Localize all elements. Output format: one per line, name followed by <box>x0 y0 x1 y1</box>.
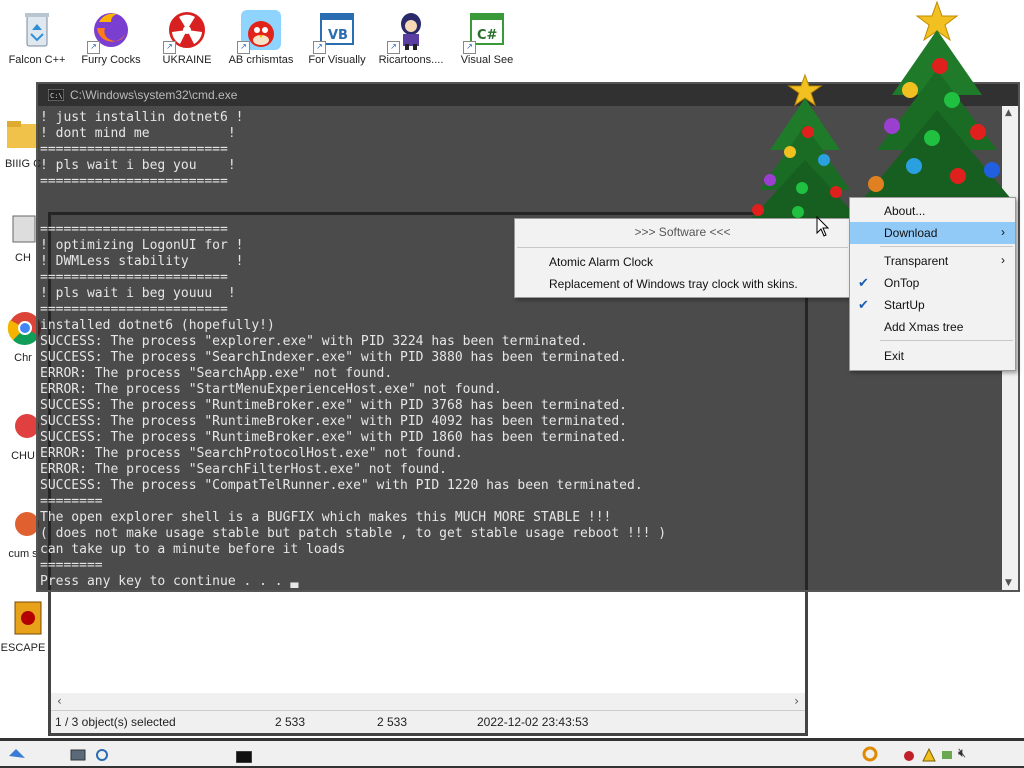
taskbar: 🔇︎ <box>0 738 1024 768</box>
context-menu: About... Download › Transparent › ✔ OnTo… <box>849 197 1016 371</box>
desktop-icon-label: For Visually <box>308 54 366 66</box>
desktop-icon-label: Ricartoons.... <box>378 54 444 66</box>
xmas-tree-large <box>852 0 1022 204</box>
mouse-cursor-icon <box>816 215 830 242</box>
recycle-bin-icon <box>15 8 59 52</box>
submenu-item-tray-clock[interactable]: Replacement of Windows tray clock with s… <box>515 273 850 295</box>
desktop-icon-vb[interactable]: VB ↗ For Visually <box>300 8 374 67</box>
menu-separator <box>880 246 1013 247</box>
menu-item-label: About... <box>884 204 926 218</box>
cmd-icon: C:\ <box>47 88 65 104</box>
submenu-header: >>> Software <<< <box>634 225 731 239</box>
svg-text:VB: VB <box>328 28 348 43</box>
angry-bird-icon: ↗ <box>237 8 283 54</box>
software-submenu: >>> Software <<< Atomic Alarm Clock Repl… <box>514 218 851 298</box>
desktop-icon-label: AB crhismtas <box>228 54 294 66</box>
radiation-icon: ↗ <box>163 8 209 54</box>
menu-item-transparent[interactable]: Transparent › <box>850 250 1015 272</box>
status-date: 2022-12-02 23:43:53 <box>477 715 589 729</box>
desktop-icon-ukraine[interactable]: ↗ UKRAINE <box>150 8 224 67</box>
show-desktop-icon[interactable] <box>70 747 86 766</box>
csharp-icon: C# ↗ <box>463 8 509 54</box>
menu-item-startup[interactable]: ✔ StartUp <box>850 294 1015 316</box>
desktop-icon-label: Visual See <box>460 54 514 66</box>
menu-separator <box>880 340 1013 341</box>
menu-item-label: Exit <box>884 349 905 363</box>
cmd-line: SUCCESS: The process "RuntimeBroker.exe"… <box>40 430 627 445</box>
tray-clock-icon[interactable] <box>862 746 878 766</box>
menu-item-label: Replacement of Windows tray clock with s… <box>549 277 798 291</box>
scroll-down-icon[interactable]: ▼ <box>1005 578 1012 588</box>
cmd-line: SUCCESS: The process "CompatTelRunner.ex… <box>40 478 643 493</box>
cmd-line: ERROR: The process "SearchProtocolHost.e… <box>40 446 463 461</box>
firefox-icon: ↗ <box>87 8 133 54</box>
tray-app-icon[interactable] <box>902 747 916 766</box>
menu-item-label: StartUp <box>884 298 925 312</box>
scroll-right-icon[interactable]: › <box>794 694 799 708</box>
menu-item-download[interactable]: Download › <box>850 222 1015 244</box>
scroll-left-icon[interactable]: ‹ <box>57 694 62 708</box>
cartoon-icon: ↗ <box>387 8 433 54</box>
taskbar-cmd-icon[interactable] <box>235 748 253 767</box>
menu-item-exit[interactable]: Exit <box>850 345 1015 367</box>
cmd-line: The open explorer shell is a BUGFIX whic… <box>40 510 612 525</box>
tray-warning-icon[interactable] <box>922 747 936 766</box>
desktop-icon-ricartoons[interactable]: ↗ Ricartoons.... <box>374 8 448 67</box>
menu-item-ontop[interactable]: ✔ OnTop <box>850 272 1015 294</box>
menu-item-add-xmas-tree[interactable]: Add Xmas tree <box>850 316 1015 338</box>
menu-separator <box>517 247 848 248</box>
menu-item-about[interactable]: About... <box>850 200 1015 222</box>
menu-item-label: Atomic Alarm Clock <box>549 255 654 269</box>
cmd-line: ======== <box>40 494 103 509</box>
chevron-right-icon: › <box>1001 253 1005 267</box>
cmd-line: can take up to a minute before it loads <box>40 542 346 557</box>
cmd-line: ERROR: The process "StartMenuExperienceH… <box>40 382 502 397</box>
svg-text:C#: C# <box>477 28 498 43</box>
desktop-icon-furry[interactable]: ↗ Furry Cocks <box>74 8 148 67</box>
status-size-1: 2 533 <box>275 715 306 729</box>
cmd-title: C:\Windows\system32\cmd.exe <box>70 88 238 102</box>
refresh-icon[interactable] <box>94 747 110 766</box>
status-size-2: 2 533 <box>377 715 408 729</box>
check-icon: ✔ <box>858 297 869 312</box>
desktop-icon-angry-birds[interactable]: ↗ AB crhismtas <box>224 8 298 67</box>
cursor-caret: ▃ <box>290 574 299 588</box>
tray-volume-icon[interactable]: 🔇︎ <box>958 746 966 761</box>
mahjong-icon <box>1 596 45 640</box>
cmd-line: Press any key to continue . . . ▃ <box>40 574 299 588</box>
cmd-line: SUCCESS: The process "RuntimeBroker.exe"… <box>40 414 627 429</box>
desktop-icon-label: Furry Cocks <box>81 54 141 66</box>
menu-item-label: Add Xmas tree <box>884 320 964 334</box>
submenu-item-atomic-alarm-clock[interactable]: Atomic Alarm Clock <box>515 251 850 273</box>
cmd-line: ======== <box>40 558 103 573</box>
vb-icon: VB ↗ <box>313 8 359 54</box>
status-bar: 1 / 3 object(s) selected 2 533 2 533 202… <box>51 710 805 733</box>
menu-item-label: Download <box>884 226 938 240</box>
svg-text:C:\: C:\ <box>50 92 63 100</box>
desktop-icon-label: Falcon C++ <box>8 54 66 66</box>
status-selected: 1 / 3 object(s) selected <box>55 715 176 729</box>
menu-item-label: OnTop <box>884 276 920 290</box>
cmd-line: ERROR: The process "SearchFilterHost.exe… <box>40 462 447 477</box>
desktop-icon-csharp[interactable]: C# ↗ Visual See <box>450 8 524 67</box>
cmd-line: SUCCESS: The process "RuntimeBroker.exe"… <box>40 398 627 413</box>
desktop-icon-label: UKRAINE <box>162 54 212 66</box>
cmd-line: ( does not make usage stable but patch s… <box>40 526 667 541</box>
desktop-icon-falcon[interactable]: Falcon C++ <box>0 8 74 67</box>
check-icon: ✔ <box>858 275 869 290</box>
chevron-right-icon: › <box>1001 225 1005 239</box>
start-icon[interactable] <box>8 746 26 766</box>
tray-network-icon[interactable] <box>940 747 954 766</box>
horizontal-scrollbar[interactable]: ‹ › <box>51 693 805 711</box>
menu-item-label: Transparent <box>884 254 949 268</box>
